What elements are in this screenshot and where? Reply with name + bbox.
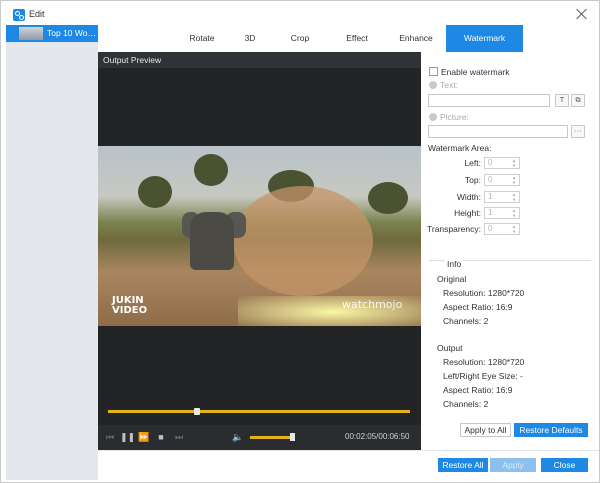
- tab-enhance[interactable]: Enhance: [386, 25, 446, 52]
- next-icon[interactable]: ⏭: [173, 431, 185, 443]
- enable-watermark-label: Enable watermark: [441, 67, 510, 77]
- top-value: 0: [488, 175, 493, 184]
- fast-forward-icon[interactable]: ⏩: [138, 431, 150, 443]
- spin-arrows-icon[interactable]: ▲ ▼: [511, 192, 517, 202]
- original-aspect-ratio: Aspect Ratio: 16:9: [443, 302, 513, 312]
- text-input[interactable]: [428, 94, 550, 107]
- output-header: Output: [437, 343, 463, 353]
- close-button[interactable]: Close: [541, 458, 588, 472]
- transparency-spinbox[interactable]: 0 ▲ ▼: [484, 223, 520, 235]
- video-scene: [233, 186, 373, 296]
- timeline-track[interactable]: [108, 410, 410, 413]
- width-value: 1: [488, 192, 493, 201]
- stop-icon[interactable]: ■: [155, 431, 167, 443]
- output-channels: Channels: 2: [443, 399, 489, 409]
- enable-watermark-checkbox[interactable]: [429, 67, 438, 76]
- video-scene: [194, 154, 228, 186]
- transparency-value: 0: [488, 224, 493, 233]
- tab-crop[interactable]: Crop: [270, 25, 330, 52]
- watchmojo-logo: watchmojo: [342, 298, 403, 311]
- browse-picture-icon[interactable]: ···: [571, 125, 585, 138]
- original-resolution: Resolution: 1280*720: [443, 288, 525, 298]
- file-list: Top 10 World's Most Dangerous Animals: [6, 25, 98, 480]
- picture-input[interactable]: [428, 125, 568, 138]
- height-value: 1: [488, 208, 493, 217]
- picture-label: Picture:: [440, 112, 469, 122]
- left-label: Left:: [464, 158, 481, 168]
- restore-defaults-button[interactable]: Restore Defaults: [514, 423, 588, 437]
- close-window-icon[interactable]: [575, 7, 589, 21]
- output-resolution: Resolution: 1280*720: [443, 357, 525, 367]
- previous-icon[interactable]: ⏮: [104, 431, 116, 443]
- video-scene: [368, 182, 408, 214]
- height-label: Height:: [454, 208, 481, 218]
- video-frame: JUKIN VIDEO watchmojo: [98, 146, 421, 326]
- edit-window: Edit Top 10 World's Most Dangerous Anima…: [0, 0, 600, 483]
- text-font-icon[interactable]: T: [555, 94, 569, 107]
- text-color-icon[interactable]: ⧉: [571, 94, 585, 107]
- video-scene: [138, 176, 172, 208]
- watermark-area-label: Watermark Area:: [428, 143, 492, 153]
- window-title: Edit: [29, 9, 45, 19]
- edit-tabs: Rotate 3D Crop Effect Enhance Watermark: [98, 25, 599, 52]
- video-scene: [190, 212, 234, 270]
- text-label: Text:: [440, 80, 458, 90]
- top-spinbox[interactable]: 0 ▲ ▼: [484, 174, 520, 186]
- spin-arrows-icon[interactable]: ▲ ▼: [511, 224, 517, 234]
- file-list-item[interactable]: Top 10 World's Most Dangerous Animals: [6, 25, 98, 42]
- picture-radio[interactable]: [429, 113, 437, 121]
- width-spinbox[interactable]: 1 ▲ ▼: [484, 191, 520, 203]
- output-preview: Output Preview JUKIN VIDEO watchmojo ⏮ ❚…: [98, 52, 421, 450]
- restore-all-button[interactable]: Restore All: [438, 458, 488, 472]
- file-list-item-label: Top 10 World's Most Dangerous Animals: [47, 28, 97, 38]
- original-header: Original: [437, 274, 467, 284]
- transparency-label: Transparency:: [426, 224, 481, 234]
- volume-slider[interactable]: [250, 436, 295, 439]
- timeline-handle[interactable]: [194, 408, 200, 415]
- original-channels: Channels: 2: [443, 316, 489, 326]
- video-thumbnail: [19, 27, 43, 40]
- tab-effect[interactable]: Effect: [327, 25, 387, 52]
- dialog-footer: Restore All Apply Close: [98, 450, 599, 480]
- text-radio[interactable]: [429, 81, 437, 89]
- app-logo-icon: [13, 9, 25, 21]
- jukin-video-logo: JUKIN VIDEO: [112, 295, 148, 316]
- info-header: Info: [445, 259, 464, 269]
- player-controls: ⏮ ❚❚ ⏩ ■ ⏭ 🔈 00:02:05/00:06:50: [98, 425, 421, 450]
- apply-button[interactable]: Apply: [490, 458, 536, 472]
- left-spinbox[interactable]: 0 ▲ ▼: [484, 157, 520, 169]
- time-readout: 00:02:05/00:06:50: [345, 432, 410, 441]
- spin-arrows-icon[interactable]: ▲ ▼: [511, 158, 517, 168]
- volume-handle[interactable]: [290, 433, 295, 441]
- height-spinbox[interactable]: 1 ▲ ▼: [484, 207, 520, 219]
- top-label: Top:: [464, 175, 481, 185]
- pause-icon[interactable]: ❚❚: [120, 431, 135, 443]
- volume-icon[interactable]: 🔈: [232, 431, 244, 443]
- spin-arrows-icon[interactable]: ▲ ▼: [511, 175, 517, 185]
- spin-arrows-icon[interactable]: ▲ ▼: [511, 208, 517, 218]
- width-label: Width:: [456, 192, 481, 202]
- apply-to-all-button[interactable]: Apply to All: [460, 423, 511, 437]
- output-aspect-ratio: Aspect Ratio: 16:9: [443, 385, 513, 395]
- output-eye-size: Left/Right Eye Size: -: [443, 371, 523, 381]
- tab-watermark[interactable]: Watermark: [446, 25, 523, 52]
- preview-title: Output Preview: [98, 52, 421, 68]
- left-value: 0: [488, 158, 493, 167]
- watermark-panel: Enable watermark Text: T ⧉ Picture: ··· …: [421, 52, 599, 450]
